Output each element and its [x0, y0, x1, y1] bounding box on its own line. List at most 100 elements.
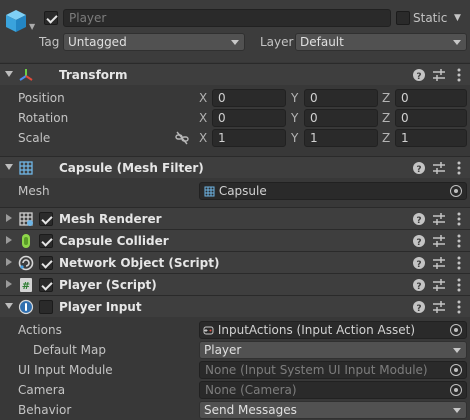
- capsule-collider-title: Capsule Collider: [59, 234, 169, 248]
- rotation-x-axis[interactable]: X: [199, 110, 207, 126]
- scale-x-field[interactable]: 1: [212, 129, 286, 147]
- ui-input-module-value: None (Input System UI Input Module): [205, 363, 428, 377]
- mesh-renderer-title: Mesh Renderer: [59, 212, 162, 226]
- transform-header[interactable]: Transform ?: [0, 63, 470, 85]
- player-script-title: Player (Script): [59, 278, 157, 292]
- default-map-value: Player: [204, 343, 242, 357]
- ui-input-module-label: UI Input Module: [18, 363, 113, 377]
- static-dropdown-arrow[interactable]: ▼: [454, 10, 461, 26]
- position-z-axis[interactable]: Z: [382, 90, 390, 106]
- foldout-open-icon[interactable]: [5, 164, 13, 170]
- scale-y-axis[interactable]: Y: [291, 130, 298, 146]
- behavior-label: Behavior: [18, 403, 72, 417]
- position-y-field[interactable]: 0: [304, 89, 378, 107]
- more-options-icon[interactable]: [452, 160, 466, 176]
- capsule-collider-enabled-checkbox[interactable]: [39, 234, 53, 248]
- actions-value: InputActions (Input Action Asset): [217, 323, 415, 337]
- foldout-closed-icon[interactable]: [6, 214, 12, 222]
- foldout-open-icon[interactable]: [5, 71, 13, 77]
- presets-icon[interactable]: [432, 233, 446, 249]
- capsule-collider-header[interactable]: Capsule Collider ?: [0, 229, 470, 251]
- network-object-enabled-checkbox[interactable]: [39, 256, 53, 270]
- layer-dropdown[interactable]: Default: [295, 33, 467, 51]
- default-map-dropdown[interactable]: Player: [199, 341, 467, 359]
- more-options-icon[interactable]: [452, 299, 466, 315]
- gameobject-active-checkbox[interactable]: [44, 11, 58, 25]
- gameobject-cube-icon[interactable]: [4, 8, 28, 34]
- player-input-title: Player Input: [59, 300, 142, 314]
- presets-icon[interactable]: [432, 67, 446, 83]
- svg-text:?: ?: [416, 282, 421, 292]
- position-x-axis[interactable]: X: [199, 90, 207, 106]
- gameobject-name-field[interactable]: Player: [63, 9, 391, 27]
- mesh-filter-header[interactable]: Capsule (Mesh Filter) ?: [0, 156, 470, 178]
- foldout-closed-icon[interactable]: [6, 280, 12, 288]
- player-script-header[interactable]: # Player (Script) ?: [0, 273, 470, 295]
- object-picker-icon[interactable]: [450, 185, 462, 197]
- help-icon[interactable]: ?: [412, 160, 426, 176]
- more-options-icon[interactable]: [452, 255, 466, 271]
- network-object-header[interactable]: Network Object (Script) ?: [0, 251, 470, 273]
- rotation-z-field[interactable]: 0: [395, 109, 467, 127]
- rotation-x-field[interactable]: 0: [212, 109, 286, 127]
- more-options-icon[interactable]: [452, 211, 466, 227]
- mesh-renderer-enabled-checkbox[interactable]: [39, 212, 53, 226]
- help-icon[interactable]: ?: [412, 255, 426, 271]
- scale-label: Scale: [18, 131, 51, 145]
- presets-icon[interactable]: [432, 211, 446, 227]
- position-x-field[interactable]: 0: [212, 89, 286, 107]
- camera-field[interactable]: None (Camera): [199, 381, 467, 399]
- mesh-label: Mesh: [18, 184, 50, 198]
- help-icon[interactable]: ?: [412, 299, 426, 315]
- chevron-down-icon: [453, 40, 461, 45]
- foldout-open-icon[interactable]: [5, 303, 13, 309]
- mesh-object-field[interactable]: Capsule: [199, 182, 467, 200]
- player-input-header[interactable]: Player Input ?: [0, 295, 470, 317]
- presets-icon[interactable]: [432, 277, 446, 293]
- mesh-filter-icon: [19, 161, 33, 175]
- constrain-proportions-link-icon[interactable]: [175, 131, 189, 145]
- tag-dropdown[interactable]: Untagged: [63, 33, 245, 51]
- object-picker-icon[interactable]: [450, 364, 462, 376]
- svg-text:?: ?: [416, 72, 421, 82]
- mesh-renderer-header[interactable]: Mesh Renderer ?: [0, 207, 470, 229]
- object-picker-icon[interactable]: [450, 384, 462, 396]
- default-map-label: Default Map: [33, 343, 106, 357]
- chevron-down-icon: [453, 408, 461, 413]
- help-icon[interactable]: ?: [412, 233, 426, 249]
- scale-y-field[interactable]: 1: [304, 129, 378, 147]
- svg-text:#: #: [22, 281, 30, 292]
- presets-icon[interactable]: [432, 255, 446, 271]
- position-z-field[interactable]: 0: [395, 89, 467, 107]
- player-input-enabled-checkbox[interactable]: [39, 300, 53, 314]
- rotation-y-field[interactable]: 0: [304, 109, 378, 127]
- actions-object-field[interactable]: InputActions (Input Action Asset): [199, 321, 467, 339]
- position-y-axis[interactable]: Y: [291, 90, 298, 106]
- behavior-dropdown[interactable]: Send Messages: [199, 401, 467, 419]
- more-options-icon[interactable]: [452, 233, 466, 249]
- foldout-closed-icon[interactable]: [6, 236, 12, 244]
- presets-icon[interactable]: [432, 160, 446, 176]
- more-options-icon[interactable]: [452, 67, 466, 83]
- rotation-z-axis[interactable]: Z: [382, 110, 390, 126]
- object-picker-icon[interactable]: [450, 324, 462, 336]
- help-icon[interactable]: ?: [412, 277, 426, 293]
- svg-text:?: ?: [416, 260, 421, 270]
- player-script-enabled-checkbox[interactable]: [39, 278, 53, 292]
- static-checkbox[interactable]: [396, 11, 410, 25]
- presets-icon[interactable]: [432, 299, 446, 315]
- more-options-icon[interactable]: [452, 277, 466, 293]
- help-icon[interactable]: ?: [412, 211, 426, 227]
- gameobject-icon-dropdown-arrow[interactable]: ▼: [29, 22, 35, 31]
- scale-x-axis[interactable]: X: [199, 130, 207, 146]
- scale-z-field[interactable]: 1: [395, 129, 467, 147]
- mesh-value: Capsule: [218, 184, 267, 198]
- foldout-closed-icon[interactable]: [6, 258, 12, 266]
- player-input-icon: [18, 299, 34, 315]
- svg-text:?: ?: [416, 238, 421, 248]
- scale-z-axis[interactable]: Z: [382, 130, 390, 146]
- help-icon[interactable]: ?: [412, 67, 426, 83]
- camera-label: Camera: [18, 383, 66, 397]
- ui-input-module-field[interactable]: None (Input System UI Input Module): [199, 361, 467, 379]
- rotation-y-axis[interactable]: Y: [291, 110, 298, 126]
